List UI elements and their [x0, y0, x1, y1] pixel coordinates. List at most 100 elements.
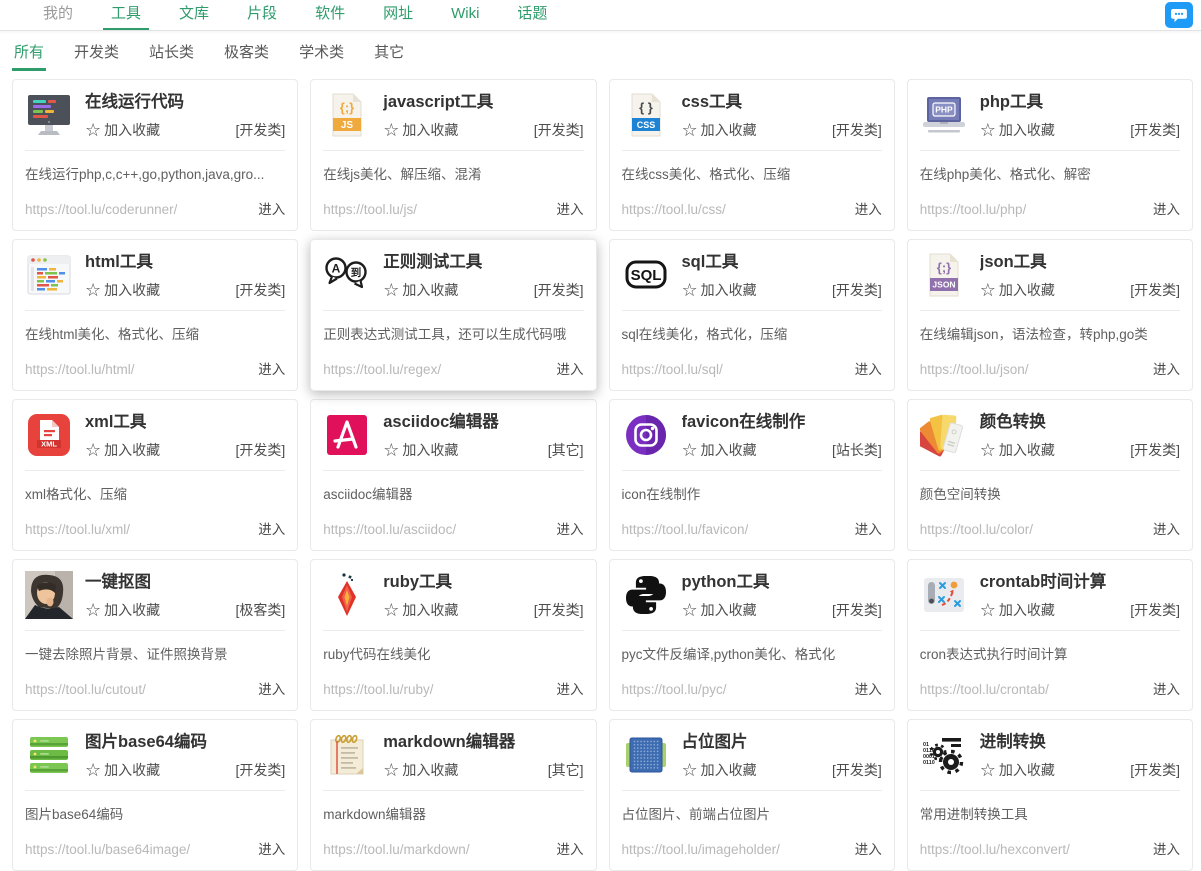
- base64-server-icon: [25, 731, 73, 779]
- category-badge: [开发类]: [533, 121, 584, 138]
- tool-card[interactable]: 图片base64编码 ☆ 加入收藏 [开发类] 图片base64编码 https…: [12, 719, 299, 871]
- tool-card[interactable]: 一键抠图 ☆ 加入收藏 [极客类] 一键去除照片背景、证件照换背景 https:…: [12, 559, 299, 711]
- tool-card[interactable]: SQL sql工具 ☆ 加入收藏 [开发类] sql在线美化，格式化，压缩 ht…: [608, 239, 895, 391]
- add-favorite-button[interactable]: ☆ 加入收藏: [85, 760, 160, 780]
- add-favorite-button[interactable]: ☆ 加入收藏: [980, 280, 1055, 300]
- add-favorite-button[interactable]: ☆ 加入收藏: [383, 280, 458, 300]
- enter-link[interactable]: 进入: [1153, 678, 1180, 698]
- tool-description: cron表达式执行时间计算: [919, 646, 1068, 662]
- add-favorite-button[interactable]: ☆ 加入收藏: [682, 120, 757, 140]
- enter-link[interactable]: 进入: [557, 358, 584, 378]
- tool-description: 正则表达式测试工具，还可以生成代码哦: [323, 326, 567, 342]
- crontab-plan-icon: [920, 571, 968, 619]
- add-favorite-button[interactable]: ☆ 加入收藏: [85, 600, 160, 620]
- enter-link[interactable]: 进入: [855, 358, 882, 378]
- star-icon: ☆: [383, 759, 400, 780]
- nav-item-my[interactable]: 我的: [35, 0, 81, 30]
- add-favorite-button[interactable]: ☆ 加入收藏: [980, 440, 1055, 460]
- category-badge: [开发类]: [1130, 761, 1180, 778]
- tool-card[interactable]: 颜色转换 ☆ 加入收藏 [开发类] 颜色空间转换 https://tool.lu…: [906, 399, 1193, 551]
- card-header: markdown编辑器 ☆ 加入收藏 [其它]: [323, 731, 584, 780]
- enter-link[interactable]: 进入: [258, 838, 285, 858]
- enter-link[interactable]: 进入: [258, 358, 285, 378]
- tool-card[interactable]: favicon在线制作 ☆ 加入收藏 [站长类] icon在线制作 https:…: [608, 399, 895, 551]
- enter-link[interactable]: 进入: [855, 838, 882, 858]
- filter-item-all[interactable]: 所有: [12, 41, 47, 71]
- enter-link[interactable]: 进入: [1153, 198, 1180, 218]
- nav-item-software[interactable]: 软件: [307, 0, 353, 30]
- card-header: ruby工具 ☆ 加入收藏 [开发类]: [323, 571, 584, 620]
- divider: [919, 469, 1180, 471]
- tool-card[interactable]: python工具 ☆ 加入收藏 [开发类] pyc文件反编译,python美化、…: [608, 559, 895, 711]
- enter-link[interactable]: 进入: [557, 678, 584, 698]
- tool-card[interactable]: markdown编辑器 ☆ 加入收藏 [其它] markdown编辑器 http…: [310, 719, 597, 871]
- divider: [323, 469, 584, 471]
- filter-item-geek[interactable]: 极客类: [222, 41, 271, 71]
- filter-item-other[interactable]: 其它: [372, 41, 406, 71]
- add-favorite-button[interactable]: ☆ 加入收藏: [682, 760, 757, 780]
- add-favorite-button[interactable]: ☆ 加入收藏: [682, 280, 757, 300]
- nav-item-docs[interactable]: 文库: [171, 0, 217, 30]
- tool-card[interactable]: A到 正则测试工具 ☆ 加入收藏 [开发类] 正则表达式测试工具，还可以生成代码…: [310, 239, 597, 391]
- add-favorite-button[interactable]: ☆ 加入收藏: [383, 120, 458, 140]
- enter-link[interactable]: 进入: [258, 198, 285, 218]
- tool-card[interactable]: 01 0110 0001 0110 进制转换 ☆ 加入收藏 [开发类] 常用进制转换工…: [906, 719, 1193, 871]
- filter-item-academic[interactable]: 学术类: [297, 41, 346, 71]
- add-favorite-button[interactable]: ☆ 加入收藏: [682, 600, 757, 620]
- tool-url: https://tool.lu/pyc/: [621, 682, 727, 697]
- enter-link[interactable]: 进入: [557, 838, 584, 858]
- add-favorite-button[interactable]: ☆ 加入收藏: [383, 760, 458, 780]
- favorite-label: 加入收藏: [998, 441, 1055, 458]
- enter-link[interactable]: 进入: [557, 198, 584, 218]
- tool-url: https://tool.lu/color/: [919, 522, 1034, 537]
- nav-item-urls[interactable]: 网址: [375, 0, 421, 30]
- star-icon: ☆: [85, 439, 102, 460]
- add-favorite-button[interactable]: ☆ 加入收藏: [383, 440, 458, 460]
- tool-card[interactable]: crontab时间计算 ☆ 加入收藏 [开发类] cron表达式执行时间计算 h…: [906, 559, 1193, 711]
- imageholder-board-icon: [622, 731, 670, 779]
- tool-card[interactable]: 在线运行代码 ☆ 加入收藏 [开发类] 在线运行php,c,c++,go,pyt…: [12, 79, 299, 231]
- add-favorite-button[interactable]: ☆ 加入收藏: [682, 440, 757, 460]
- add-favorite-button[interactable]: ☆ 加入收藏: [980, 760, 1055, 780]
- star-icon: ☆: [383, 279, 400, 300]
- enter-link[interactable]: 进入: [855, 518, 882, 538]
- enter-link[interactable]: 进入: [1153, 838, 1180, 858]
- tool-card[interactable]: PHP php工具 ☆ 加入收藏 [开发类] 在线php美化、格式化、解密 ht…: [906, 79, 1193, 231]
- tool-card[interactable]: html工具 ☆ 加入收藏 [开发类] 在线html美化、格式化、压缩 http…: [12, 239, 299, 391]
- add-favorite-button[interactable]: ☆ 加入收藏: [85, 280, 160, 300]
- nav-item-tools[interactable]: 工具: [103, 0, 150, 30]
- tool-card[interactable]: ruby工具 ☆ 加入收藏 [开发类] ruby代码在线美化 https://t…: [310, 559, 597, 711]
- nav-item-wiki[interactable]: Wiki: [443, 0, 487, 30]
- add-favorite-button[interactable]: ☆ 加入收藏: [85, 440, 160, 460]
- tool-card[interactable]: asciidoc编辑器 ☆ 加入收藏 [其它] asciidoc编辑器 http…: [310, 399, 597, 551]
- filter-item-webmaster[interactable]: 站长类: [147, 41, 196, 71]
- tool-card[interactable]: 占位图片 ☆ 加入收藏 [开发类] 占位图片、前端占位图片 https://to…: [608, 719, 895, 871]
- tool-title: markdown编辑器: [383, 733, 516, 751]
- tool-card[interactable]: {;} JSON json工具 ☆ 加入收藏 [开发类] 在线编辑json，语法检…: [906, 239, 1193, 391]
- tool-description: 在线js美化、解压缩、混淆: [323, 166, 482, 182]
- nav-item-topics[interactable]: 话题: [509, 0, 555, 30]
- enter-link[interactable]: 进入: [1153, 518, 1180, 538]
- add-favorite-button[interactable]: ☆ 加入收藏: [383, 600, 458, 620]
- star-icon: ☆: [979, 439, 996, 460]
- tool-title: sql工具: [681, 253, 739, 271]
- tool-card[interactable]: {;} JS javascript工具 ☆ 加入收藏 [开发类] 在线js美化、解…: [310, 79, 597, 231]
- enter-link[interactable]: 进入: [557, 518, 584, 538]
- filter-item-dev[interactable]: 开发类: [72, 41, 121, 71]
- add-favorite-button[interactable]: ☆ 加入收藏: [85, 120, 160, 140]
- enter-link[interactable]: 进入: [258, 678, 285, 698]
- tool-card[interactable]: XML xml工具 ☆ 加入收藏 [开发类] xml格式化、压缩 https:/…: [12, 399, 299, 551]
- enter-link[interactable]: 进入: [855, 678, 882, 698]
- tool-card[interactable]: { } CSS css工具 ☆ 加入收藏 [开发类] 在线css美化、格式化、压缩…: [608, 79, 895, 231]
- add-favorite-button[interactable]: ☆ 加入收藏: [980, 600, 1055, 620]
- enter-link[interactable]: 进入: [258, 518, 285, 538]
- tool-title: 正则测试工具: [383, 253, 483, 271]
- chat-button[interactable]: [1165, 2, 1193, 28]
- enter-link[interactable]: 进入: [855, 198, 882, 218]
- tool-card-grid: 在线运行代码 ☆ 加入收藏 [开发类] 在线运行php,c,c++,go,pyt…: [12, 79, 1193, 871]
- svg-text:XML: XML: [41, 440, 57, 449]
- tool-url: https://tool.lu/css/: [621, 202, 726, 217]
- nav-item-snippets[interactable]: 片段: [239, 0, 285, 30]
- add-favorite-button[interactable]: ☆ 加入收藏: [980, 120, 1055, 140]
- enter-link[interactable]: 进入: [1153, 358, 1180, 378]
